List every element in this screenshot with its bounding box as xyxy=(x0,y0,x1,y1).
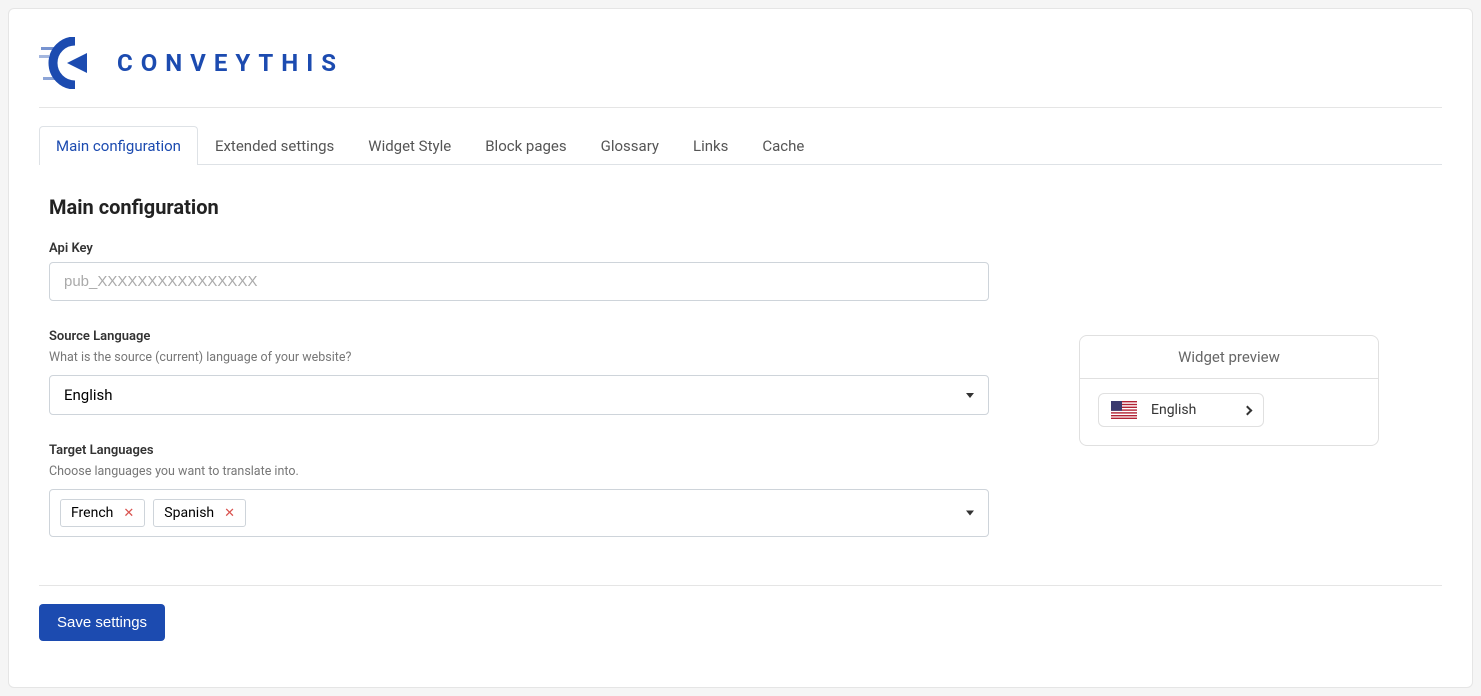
header-divider xyxy=(39,107,1442,108)
field-api-key: Api Key xyxy=(49,241,989,301)
source-language-select[interactable]: English xyxy=(49,375,989,415)
language-widget-content: English xyxy=(1111,401,1196,419)
api-key-input[interactable] xyxy=(49,262,989,301)
remove-tag-icon[interactable]: ✕ xyxy=(224,507,235,520)
target-languages-label: Target Languages xyxy=(49,443,989,458)
header: CONVEYTHIS xyxy=(9,9,1472,107)
tab-main-configuration[interactable]: Main configuration xyxy=(39,126,198,165)
chevron-right-icon xyxy=(1243,405,1253,415)
tab-block-pages[interactable]: Block pages xyxy=(468,126,583,165)
caret-down-icon xyxy=(966,511,974,516)
widget-preview-title: Widget preview xyxy=(1080,336,1378,379)
target-language-tag-label: Spanish xyxy=(164,505,214,521)
tab-cache[interactable]: Cache xyxy=(745,126,821,165)
target-languages-select[interactable]: French ✕ Spanish ✕ xyxy=(49,489,989,537)
target-language-tag-label: French xyxy=(71,505,113,521)
remove-tag-icon[interactable]: ✕ xyxy=(123,507,134,520)
page-title: Main configuration xyxy=(49,195,989,219)
target-language-tag: French ✕ xyxy=(60,499,145,527)
source-language-help: What is the source (current) language of… xyxy=(49,350,989,365)
source-language-value: English xyxy=(64,386,113,404)
content: Main configuration Api Key Source Langua… xyxy=(9,165,1472,585)
caret-down-icon xyxy=(966,393,974,398)
api-key-label: Api Key xyxy=(49,241,989,256)
language-widget[interactable]: English xyxy=(1098,393,1264,427)
source-language-label: Source Language xyxy=(49,329,989,344)
brand-logo-text: CONVEYTHIS xyxy=(117,49,344,77)
footer: Save settings xyxy=(39,585,1442,659)
field-source-language: Source Language What is the source (curr… xyxy=(49,329,989,415)
target-language-tag: Spanish ✕ xyxy=(153,499,246,527)
brand-logo-mark xyxy=(39,37,97,89)
target-languages-help: Choose languages you want to translate i… xyxy=(49,464,989,479)
field-target-languages: Target Languages Choose languages you wa… xyxy=(49,443,989,537)
preview-column: Widget preview xyxy=(1079,195,1379,565)
tab-links[interactable]: Links xyxy=(676,126,745,165)
settings-card: CONVEYTHIS Main configuration Extended s… xyxy=(8,8,1473,688)
language-widget-label: English xyxy=(1151,402,1196,418)
tab-widget-style[interactable]: Widget Style xyxy=(351,126,468,165)
tab-glossary[interactable]: Glossary xyxy=(584,126,676,165)
flag-us-icon xyxy=(1111,401,1137,419)
widget-preview-body: English xyxy=(1080,379,1378,445)
save-button[interactable]: Save settings xyxy=(39,604,165,641)
brand-logo: CONVEYTHIS xyxy=(39,37,1442,89)
tab-extended-settings[interactable]: Extended settings xyxy=(198,126,351,165)
tabs: Main configuration Extended settings Wid… xyxy=(39,126,1442,165)
form-column: Main configuration Api Key Source Langua… xyxy=(49,195,989,565)
widget-preview-box: Widget preview xyxy=(1079,335,1379,446)
